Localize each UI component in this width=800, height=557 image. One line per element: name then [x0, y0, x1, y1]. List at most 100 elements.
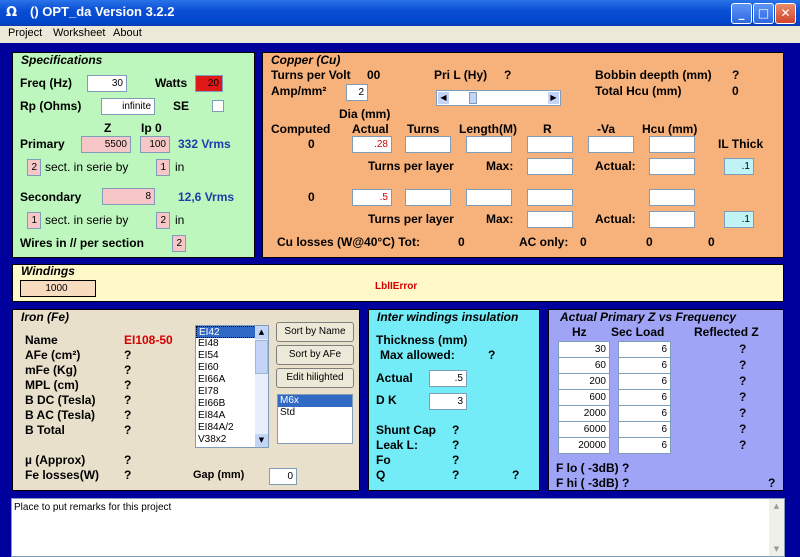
scroll-down-icon[interactable]: ▼	[769, 542, 784, 556]
slider-thumb[interactable]	[469, 92, 477, 104]
hz-input[interactable]: 6000	[558, 421, 610, 438]
hz-header: Hz	[572, 325, 587, 339]
amp-mm-input[interactable]: 2	[346, 84, 368, 101]
row1-actual-input[interactable]: .28	[352, 136, 392, 153]
menu-worksheet[interactable]: Worksheet	[53, 27, 105, 39]
edit-highlighted-button[interactable]: Edit hilighted	[276, 368, 354, 388]
primary-z-input[interactable]: 5500	[81, 136, 131, 153]
window-title: () OPT_da Version 3.2.2	[30, 4, 175, 19]
dk-input[interactable]: 3	[429, 393, 467, 410]
list-item[interactable]: Std	[278, 407, 352, 419]
sort-by-afe-button[interactable]: Sort by AFe	[276, 345, 354, 365]
row2-hcu[interactable]	[649, 189, 695, 206]
bobbin-value: ?	[732, 68, 740, 82]
freq-input[interactable]: 30	[87, 75, 127, 92]
sort-by-name-button[interactable]: Sort by Name	[276, 322, 354, 342]
f-lo-label: F lo ( -3dB) ?	[556, 461, 630, 475]
copper-title: Copper (Cu)	[271, 53, 341, 67]
hz-input[interactable]: 20000	[558, 437, 610, 454]
secondary-in-label: in	[175, 213, 185, 227]
row1-va[interactable]	[588, 136, 634, 153]
hz-input[interactable]: 60	[558, 357, 610, 374]
cu-losses-total: 0	[458, 235, 465, 249]
freq-title: Actual Primary Z vs Frequency	[560, 310, 737, 324]
row2-actual-input[interactable]: .5	[352, 189, 392, 206]
remarks-textarea[interactable]: Place to put remarks for this project ▲ …	[11, 498, 785, 557]
row2-turns[interactable]	[405, 189, 451, 206]
row1-computed: 0	[308, 137, 315, 151]
menu-about[interactable]: About	[113, 27, 142, 39]
primary-ip-input[interactable]: 100	[140, 136, 170, 153]
hz-input[interactable]: 600	[558, 389, 610, 406]
scroll-thumb[interactable]	[255, 340, 268, 374]
row1-length[interactable]	[466, 136, 512, 153]
mu-value: ?	[124, 453, 132, 467]
menu-project[interactable]: Project	[8, 27, 42, 39]
scroll-up-icon[interactable]: ▲	[255, 326, 268, 339]
sec-load-input[interactable]: 6	[618, 437, 671, 454]
row1-actual-tpl[interactable]	[649, 158, 695, 175]
dk-label: D K	[376, 393, 397, 407]
hz-input[interactable]: 2000	[558, 405, 610, 422]
turns-per-volt-label: Turns per Volt	[271, 68, 351, 82]
slider-right-arrow-icon[interactable]: ▶	[548, 92, 559, 104]
secondary-z-input[interactable]: 8	[102, 188, 155, 205]
watts-input[interactable]: 20	[195, 75, 223, 92]
row1-hcu[interactable]	[649, 136, 695, 153]
secondary-sect-label: sect. in serie by	[45, 213, 129, 227]
row1-r[interactable]	[527, 136, 573, 153]
leak-l-label: Leak L:	[376, 438, 419, 452]
row2-r[interactable]	[527, 189, 573, 206]
hz-input[interactable]: 30	[558, 341, 610, 358]
fo-label: Fo	[376, 453, 391, 467]
gap-input[interactable]: 0	[269, 468, 297, 485]
total-hcu-value: 0	[732, 84, 739, 98]
sec-load-input[interactable]: 6	[618, 405, 671, 422]
primary-by-input[interactable]: 1	[156, 159, 170, 176]
computed-header: Computed	[271, 122, 331, 136]
sec-load-input[interactable]: 6	[618, 421, 671, 438]
watts-label: Watts	[155, 76, 188, 90]
slider-left-arrow-icon[interactable]: ◀	[438, 92, 449, 104]
sec-load-input[interactable]: 6	[618, 341, 671, 358]
ac-only-value-1: 0	[580, 235, 587, 249]
remarks-scrollbar[interactable]: ▲ ▼	[769, 499, 784, 556]
hz-input[interactable]: 200	[558, 373, 610, 390]
list-item[interactable]: M6x	[278, 395, 352, 407]
scroll-up-icon[interactable]: ▲	[769, 499, 784, 513]
freq-panel: Actual Primary Z vs Frequency Hz Sec Loa…	[548, 309, 784, 491]
row1-max[interactable]	[527, 158, 573, 175]
row1-il-input[interactable]: .1	[724, 158, 754, 175]
sec-load-input[interactable]: 6	[618, 373, 671, 390]
row2-length[interactable]	[466, 189, 512, 206]
core-list-scrollbar[interactable]: ▲ ▼	[255, 326, 268, 447]
afe-label: AFe (cm²)	[25, 348, 81, 362]
primary-vrms: 332 Vrms	[178, 137, 231, 151]
wires-input[interactable]: 2	[172, 235, 186, 252]
minimize-button[interactable]: _	[731, 3, 752, 24]
title-bar: Ω () OPT_da Version 3.2.2 _ □ ✕	[0, 0, 800, 26]
actual-thickness-input[interactable]: .5	[429, 370, 467, 387]
primary-sect-input[interactable]: 2	[27, 159, 41, 176]
actual-header: Actual	[352, 122, 389, 136]
secondary-by-input[interactable]: 2	[156, 212, 170, 229]
material-list[interactable]: M6x Std	[277, 394, 353, 444]
row2-il-input[interactable]: .1	[724, 211, 754, 228]
close-button[interactable]: ✕	[775, 3, 796, 24]
reflected-z-header: Reflected Z	[694, 325, 759, 339]
insulation-title: Inter windings insulation	[377, 310, 519, 324]
rp-input[interactable]: infinite	[101, 98, 155, 115]
sec-load-input[interactable]: 6	[618, 357, 671, 374]
winding-item[interactable]: 1000	[20, 280, 96, 297]
secondary-sect-input[interactable]: 1	[27, 212, 41, 229]
row2-max[interactable]	[527, 211, 573, 228]
pri-l-slider[interactable]: ◀ ▶	[436, 90, 561, 106]
se-checkbox[interactable]	[212, 100, 224, 112]
scroll-down-icon[interactable]: ▼	[255, 434, 268, 447]
reflected-z-value: ?	[739, 342, 747, 356]
row1-turns[interactable]	[405, 136, 451, 153]
maximize-button[interactable]: □	[753, 3, 774, 24]
sec-load-input[interactable]: 6	[618, 389, 671, 406]
row2-actual-tpl[interactable]	[649, 211, 695, 228]
max-allowed-label: Max allowed:	[380, 348, 455, 362]
